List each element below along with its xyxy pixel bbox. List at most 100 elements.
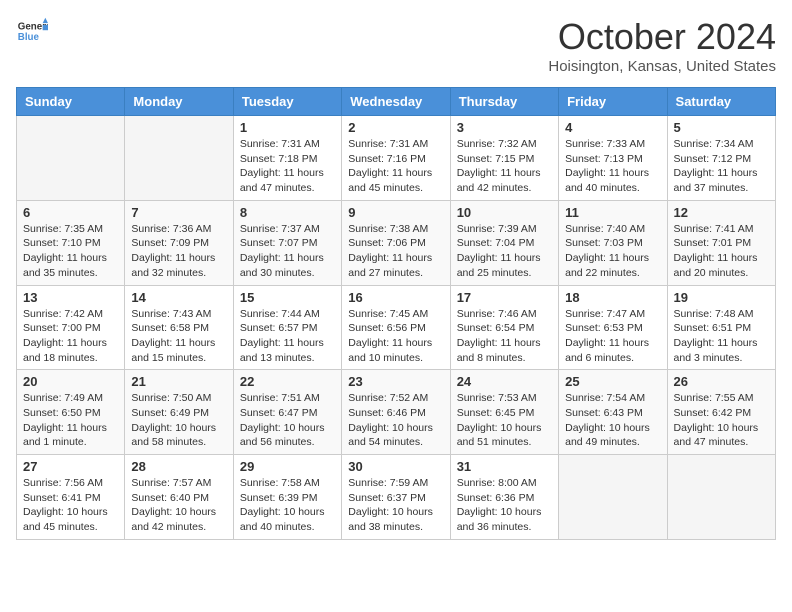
- calendar-cell: 28Sunrise: 7:57 AM Sunset: 6:40 PM Dayli…: [125, 455, 233, 540]
- calendar-week-row: 1 Sunrise: 7:31 AM Sunset: 7:18 PM Daylig…: [17, 116, 776, 201]
- day-info: Sunrise: 7:33 AM Sunset: 7:13 PM Dayligh…: [565, 137, 660, 196]
- month-title: October 2024: [548, 16, 776, 58]
- page-header: General Blue GeneralBlue October 2024 Ho…: [16, 16, 776, 75]
- day-number: 19: [674, 290, 769, 305]
- day-number: 20: [23, 374, 118, 389]
- calendar-cell: 4 Sunrise: 7:33 AM Sunset: 7:13 PM Daylig…: [559, 116, 667, 201]
- day-info: Sunrise: 7:48 AM Sunset: 6:51 PM Dayligh…: [674, 307, 769, 366]
- day-number: 10: [457, 205, 552, 220]
- day-number: 22: [240, 374, 335, 389]
- calendar-header-row: SundayMondayTuesdayWednesdayThursdayFrid…: [17, 88, 776, 116]
- day-number: 13: [23, 290, 118, 305]
- weekday-header-sunday: Sunday: [17, 88, 125, 116]
- weekday-header-wednesday: Wednesday: [342, 88, 450, 116]
- day-info: Sunrise: 7:45 AM Sunset: 6:56 PM Dayligh…: [348, 307, 443, 366]
- day-info: Sunrise: 8:00 AM Sunset: 6:36 PM Dayligh…: [457, 476, 552, 535]
- day-number: 24: [457, 374, 552, 389]
- logo-icon: General Blue: [16, 16, 48, 48]
- day-info: Sunrise: 7:32 AM Sunset: 7:15 PM Dayligh…: [457, 137, 552, 196]
- day-info: Sunrise: 7:35 AM Sunset: 7:10 PM Dayligh…: [23, 222, 118, 281]
- calendar-cell: 13Sunrise: 7:42 AM Sunset: 7:00 PM Dayli…: [17, 285, 125, 370]
- calendar-cell: 27Sunrise: 7:56 AM Sunset: 6:41 PM Dayli…: [17, 455, 125, 540]
- day-info: Sunrise: 7:36 AM Sunset: 7:09 PM Dayligh…: [131, 222, 226, 281]
- day-info: Sunrise: 7:38 AM Sunset: 7:06 PM Dayligh…: [348, 222, 443, 281]
- day-info: Sunrise: 7:55 AM Sunset: 6:42 PM Dayligh…: [674, 391, 769, 450]
- day-number: 17: [457, 290, 552, 305]
- calendar-cell: 23 Sunrise: 7:52 AM Sunset: 6:46 PM Dayli…: [342, 370, 450, 455]
- day-info: Sunrise: 7:39 AM Sunset: 7:04 PM Dayligh…: [457, 222, 552, 281]
- day-info: Sunrise: 7:44 AM Sunset: 6:57 PM Dayligh…: [240, 307, 335, 366]
- svg-text:Blue: Blue: [18, 32, 40, 43]
- calendar-cell: 22Sunrise: 7:51 AM Sunset: 6:47 PM Dayli…: [233, 370, 341, 455]
- day-info: Sunrise: 7:37 AM Sunset: 7:07 PM Dayligh…: [240, 222, 335, 281]
- calendar-week-row: 27Sunrise: 7:56 AM Sunset: 6:41 PM Dayli…: [17, 455, 776, 540]
- calendar-cell: 14 Sunrise: 7:43 AM Sunset: 6:58 PM Dayli…: [125, 285, 233, 370]
- day-info: Sunrise: 7:31 AM Sunset: 7:18 PM Dayligh…: [240, 137, 335, 196]
- calendar-cell: 21Sunrise: 7:50 AM Sunset: 6:49 PM Dayli…: [125, 370, 233, 455]
- calendar-cell: 20 Sunrise: 7:49 AM Sunset: 6:50 PM Dayli…: [17, 370, 125, 455]
- calendar-cell: 2Sunrise: 7:31 AM Sunset: 7:16 PM Daylig…: [342, 116, 450, 201]
- calendar-cell: 31Sunrise: 8:00 AM Sunset: 6:36 PM Dayli…: [450, 455, 558, 540]
- day-number: 5: [674, 120, 769, 135]
- weekday-header-monday: Monday: [125, 88, 233, 116]
- calendar-cell: 19 Sunrise: 7:48 AM Sunset: 6:51 PM Dayli…: [667, 285, 775, 370]
- day-number: 6: [23, 205, 118, 220]
- day-info: Sunrise: 7:40 AM Sunset: 7:03 PM Dayligh…: [565, 222, 660, 281]
- calendar-week-row: 6 Sunrise: 7:35 AM Sunset: 7:10 PM Daylig…: [17, 200, 776, 285]
- calendar-cell: 30 Sunrise: 7:59 AM Sunset: 6:37 PM Dayli…: [342, 455, 450, 540]
- calendar-cell: 16Sunrise: 7:45 AM Sunset: 6:56 PM Dayli…: [342, 285, 450, 370]
- day-info: Sunrise: 7:54 AM Sunset: 6:43 PM Dayligh…: [565, 391, 660, 450]
- day-info: Sunrise: 7:58 AM Sunset: 6:39 PM Dayligh…: [240, 476, 335, 535]
- logo: General Blue GeneralBlue: [16, 16, 48, 48]
- day-number: 29: [240, 459, 335, 474]
- day-number: 23: [348, 374, 443, 389]
- day-number: 7: [131, 205, 226, 220]
- calendar-week-row: 13Sunrise: 7:42 AM Sunset: 7:00 PM Dayli…: [17, 285, 776, 370]
- day-info: Sunrise: 7:43 AM Sunset: 6:58 PM Dayligh…: [131, 307, 226, 366]
- day-number: 4: [565, 120, 660, 135]
- calendar-cell: 25 Sunrise: 7:54 AM Sunset: 6:43 PM Dayli…: [559, 370, 667, 455]
- day-number: 30: [348, 459, 443, 474]
- calendar-cell: 12Sunrise: 7:41 AM Sunset: 7:01 PM Dayli…: [667, 200, 775, 285]
- day-number: 3: [457, 120, 552, 135]
- calendar-cell: [559, 455, 667, 540]
- calendar-cell: 5Sunrise: 7:34 AM Sunset: 7:12 PM Daylig…: [667, 116, 775, 201]
- weekday-header-friday: Friday: [559, 88, 667, 116]
- day-info: Sunrise: 7:52 AM Sunset: 6:46 PM Dayligh…: [348, 391, 443, 450]
- location: Hoisington, Kansas, United States: [548, 58, 776, 75]
- day-info: Sunrise: 7:59 AM Sunset: 6:37 PM Dayligh…: [348, 476, 443, 535]
- calendar-cell: 1 Sunrise: 7:31 AM Sunset: 7:18 PM Daylig…: [233, 116, 341, 201]
- calendar-cell: 7 Sunrise: 7:36 AM Sunset: 7:09 PM Daylig…: [125, 200, 233, 285]
- day-info: Sunrise: 7:53 AM Sunset: 6:45 PM Dayligh…: [457, 391, 552, 450]
- day-info: Sunrise: 7:49 AM Sunset: 6:50 PM Dayligh…: [23, 391, 118, 450]
- day-number: 14: [131, 290, 226, 305]
- calendar-cell: [125, 116, 233, 201]
- calendar-cell: 9 Sunrise: 7:38 AM Sunset: 7:06 PM Daylig…: [342, 200, 450, 285]
- day-number: 15: [240, 290, 335, 305]
- weekday-header-tuesday: Tuesday: [233, 88, 341, 116]
- calendar-cell: 11 Sunrise: 7:40 AM Sunset: 7:03 PM Dayli…: [559, 200, 667, 285]
- calendar-cell: [17, 116, 125, 201]
- calendar-cell: 29 Sunrise: 7:58 AM Sunset: 6:39 PM Dayli…: [233, 455, 341, 540]
- day-number: 11: [565, 205, 660, 220]
- day-number: 26: [674, 374, 769, 389]
- day-number: 1: [240, 120, 335, 135]
- calendar-cell: 17 Sunrise: 7:46 AM Sunset: 6:54 PM Dayli…: [450, 285, 558, 370]
- day-number: 28: [131, 459, 226, 474]
- day-info: Sunrise: 7:31 AM Sunset: 7:16 PM Dayligh…: [348, 137, 443, 196]
- calendar-cell: 24 Sunrise: 7:53 AM Sunset: 6:45 PM Dayli…: [450, 370, 558, 455]
- day-number: 8: [240, 205, 335, 220]
- day-info: Sunrise: 7:46 AM Sunset: 6:54 PM Dayligh…: [457, 307, 552, 366]
- calendar-cell: 18Sunrise: 7:47 AM Sunset: 6:53 PM Dayli…: [559, 285, 667, 370]
- calendar-cell: 26 Sunrise: 7:55 AM Sunset: 6:42 PM Dayli…: [667, 370, 775, 455]
- day-number: 12: [674, 205, 769, 220]
- day-number: 9: [348, 205, 443, 220]
- day-info: Sunrise: 7:56 AM Sunset: 6:41 PM Dayligh…: [23, 476, 118, 535]
- calendar-cell: 15 Sunrise: 7:44 AM Sunset: 6:57 PM Dayli…: [233, 285, 341, 370]
- calendar-cell: 8 Sunrise: 7:37 AM Sunset: 7:07 PM Daylig…: [233, 200, 341, 285]
- day-number: 25: [565, 374, 660, 389]
- day-info: Sunrise: 7:50 AM Sunset: 6:49 PM Dayligh…: [131, 391, 226, 450]
- calendar-cell: 10 Sunrise: 7:39 AM Sunset: 7:04 PM Dayli…: [450, 200, 558, 285]
- calendar-table: SundayMondayTuesdayWednesdayThursdayFrid…: [16, 87, 776, 540]
- calendar-cell: [667, 455, 775, 540]
